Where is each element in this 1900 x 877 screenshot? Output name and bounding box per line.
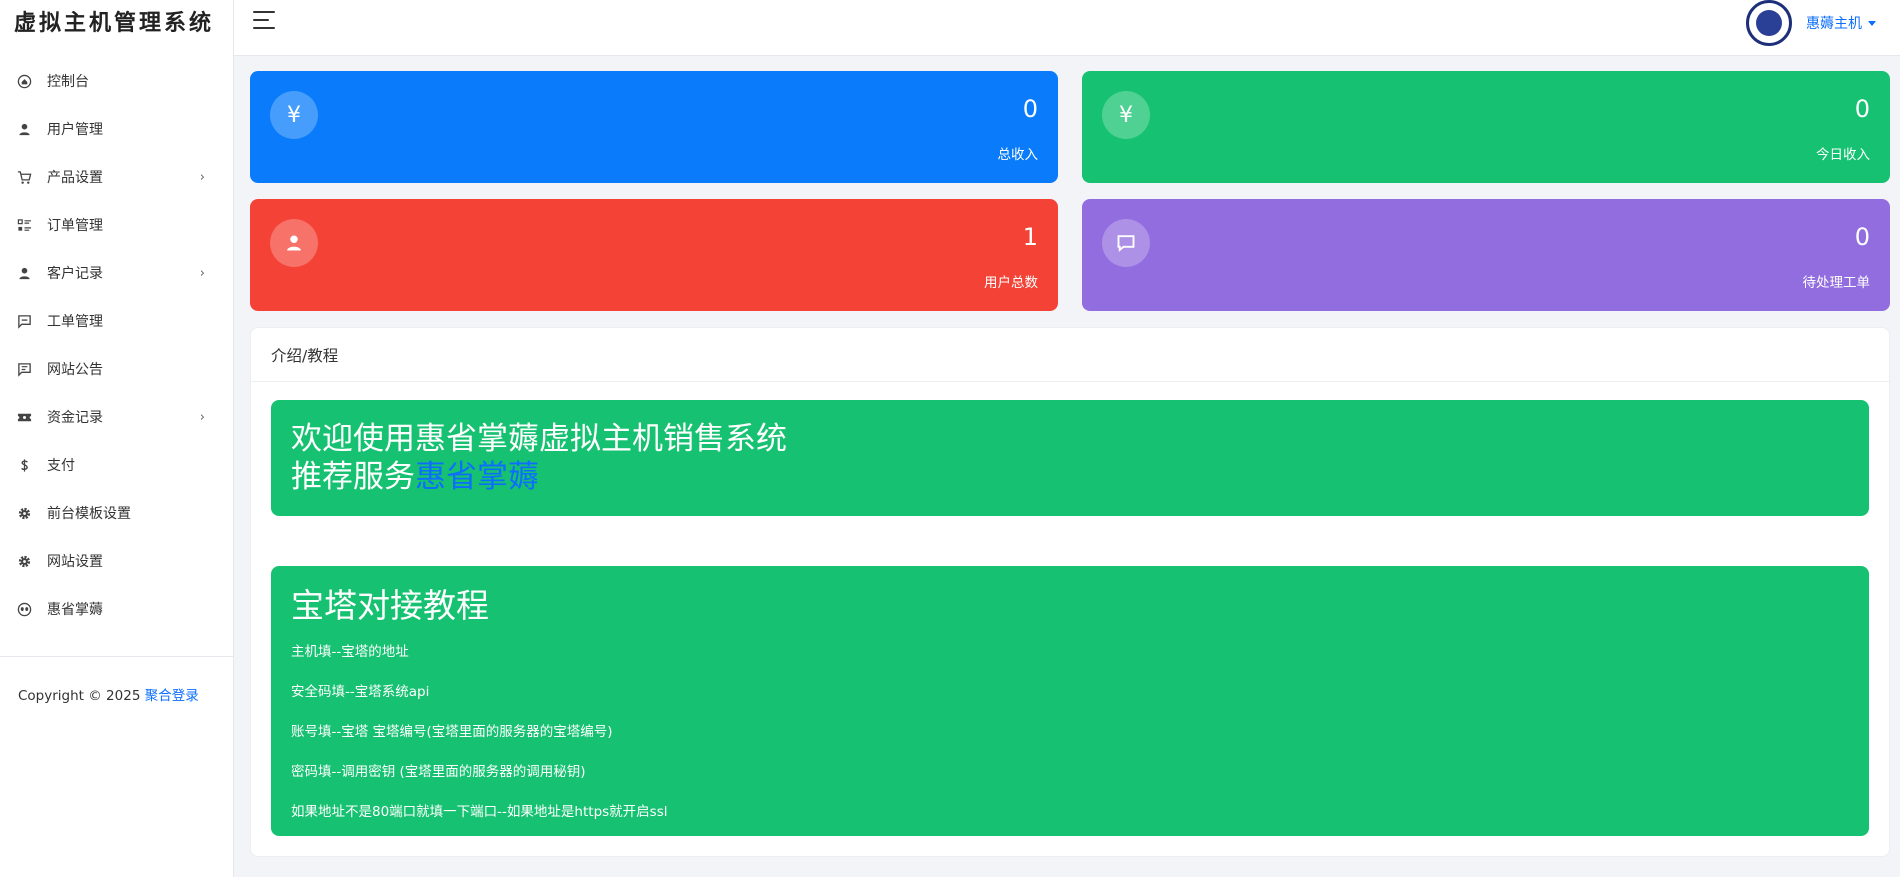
alien-icon: [16, 601, 32, 617]
welcome-line-2: 推荐服务惠省掌薅: [291, 458, 1869, 496]
copyright-link[interactable]: 聚合登录: [145, 688, 199, 704]
tutorial-banner: 宝塔对接教程 主机填--宝塔的地址 安全码填--宝塔系统api 账号填--宝塔 …: [271, 566, 1869, 836]
stat-card-pending-tickets: 0 待处理工单: [1082, 199, 1890, 311]
user-icon: [16, 121, 32, 137]
sidebar-item-customers[interactable]: 客户记录 ›: [0, 249, 233, 297]
sidebar-item-label: 客户记录: [47, 266, 103, 282]
copyright-text: Copyright © 2025: [18, 688, 141, 704]
sidebar-menu: 控制台 用户管理 产品设置 › 订单管理 客户记录 › 工单管理 网站公告 资金…: [0, 57, 233, 633]
gear-icon: [16, 553, 32, 569]
sidebar-item-label: 资金记录: [47, 410, 103, 426]
sidebar-item-label: 网站公告: [47, 362, 103, 378]
stat-label: 用户总数: [984, 275, 1038, 291]
ticket-icon: [16, 409, 32, 425]
stat-card-total-users: 1 用户总数: [250, 199, 1058, 311]
message-icon: [16, 361, 32, 377]
sidebar-item-label: 惠省掌薅: [47, 602, 103, 618]
welcome-line-1: 欢迎使用惠省掌薅虚拟主机销售系统: [291, 421, 787, 457]
tutorial-line: 安全码填--宝塔系统api: [291, 684, 430, 700]
welcome-prefix: 推荐服务: [291, 459, 415, 495]
list-icon: [16, 217, 32, 233]
sidebar-item-label: 用户管理: [47, 122, 103, 138]
dollar-icon: [16, 457, 32, 473]
chevron-right-icon: ›: [199, 169, 205, 185]
sidebar-item-dashboard[interactable]: 控制台: [0, 57, 233, 105]
stat-card-total-income: ¥ 0 总收入: [250, 71, 1058, 183]
stat-value: 0: [1854, 95, 1870, 123]
sidebar-item-products[interactable]: 产品设置 ›: [0, 153, 233, 201]
sidebar-item-site-settings[interactable]: 网站设置: [0, 537, 233, 585]
user-icon: [16, 265, 32, 281]
yen-icon: ¥: [1102, 91, 1150, 139]
stat-label: 今日收入: [1816, 147, 1870, 163]
chevron-right-icon: ›: [199, 409, 205, 425]
sidebar-item-label: 网站设置: [47, 554, 103, 570]
stat-value: 1: [1022, 223, 1038, 251]
stat-value: 0: [1022, 95, 1038, 123]
sidebar-item-label: 订单管理: [47, 218, 103, 234]
stat-value: 0: [1854, 223, 1870, 251]
user-icon: [270, 219, 318, 267]
tutorial-line: 如果地址不是80端口就填一下端口--如果地址是https就开启ssl: [291, 804, 668, 820]
cart-icon: [16, 169, 32, 185]
chat-icon: [1102, 219, 1150, 267]
tutorial-line: 密码填--调用密钥 (宝塔里面的服务器的调用秘钥): [291, 764, 586, 780]
sidebar-item-announcements[interactable]: 网站公告: [0, 345, 233, 393]
sidebar-item-funds[interactable]: 资金记录 ›: [0, 393, 233, 441]
sidebar-item-orders[interactable]: 订单管理: [0, 201, 233, 249]
tutorial-line: 主机填--宝塔的地址: [291, 644, 409, 660]
avatar[interactable]: [1746, 0, 1792, 46]
yen-icon: ¥: [270, 91, 318, 139]
home-icon: [16, 73, 32, 89]
sidebar-item-users[interactable]: 用户管理: [0, 105, 233, 153]
sidebar-divider: [0, 656, 233, 657]
panel-title: 介绍/教程: [251, 328, 1889, 382]
sidebar-item-tickets[interactable]: 工单管理: [0, 297, 233, 345]
sidebar: 虚拟主机管理系统 控制台 用户管理 产品设置 › 订单管理 客户记录 › 工单管…: [0, 0, 234, 877]
gear-icon: [16, 505, 32, 521]
welcome-banner: 欢迎使用惠省掌薅虚拟主机销售系统 推荐服务惠省掌薅: [271, 400, 1869, 516]
brand-title: 虚拟主机管理系统: [14, 9, 215, 36]
sidebar-item-template-settings[interactable]: 前台模板设置: [0, 489, 233, 537]
sidebar-item-label: 产品设置: [47, 170, 103, 186]
tutorial-line: 账号填--宝塔 宝塔编号(宝塔里面的服务器的宝塔编号): [291, 724, 613, 740]
user-menu[interactable]: 惠薅主机: [1746, 0, 1876, 46]
chevron-right-icon: ›: [199, 265, 205, 281]
sidebar-item-label: 前台模板设置: [47, 506, 131, 522]
tutorial-title: 宝塔对接教程: [291, 586, 489, 625]
caret-down-icon: [1868, 20, 1876, 26]
intro-panel: 介绍/教程 欢迎使用惠省掌薅虚拟主机销售系统 推荐服务惠省掌薅 宝塔对接教程 主…: [250, 327, 1890, 857]
sidebar-item-label: 工单管理: [47, 314, 103, 330]
sidebar-item-payment[interactable]: 支付: [0, 441, 233, 489]
recommend-link[interactable]: 惠省掌薅: [415, 459, 539, 495]
message-icon: [16, 313, 32, 329]
sidebar-item-label: 控制台: [47, 74, 89, 90]
user-name[interactable]: 惠薅主机: [1806, 13, 1862, 33]
stat-card-today-income: ¥ 0 今日收入: [1082, 71, 1890, 183]
menu-toggle-icon[interactable]: [253, 11, 275, 29]
sidebar-item-huisheng[interactable]: 惠省掌薅: [0, 585, 233, 633]
stat-label: 待处理工单: [1802, 275, 1871, 291]
copyright: Copyright © 2025 聚合登录: [18, 684, 199, 704]
topbar: 惠薅主机: [234, 0, 1900, 56]
sidebar-item-label: 支付: [47, 458, 75, 474]
stat-label: 总收入: [997, 147, 1039, 163]
